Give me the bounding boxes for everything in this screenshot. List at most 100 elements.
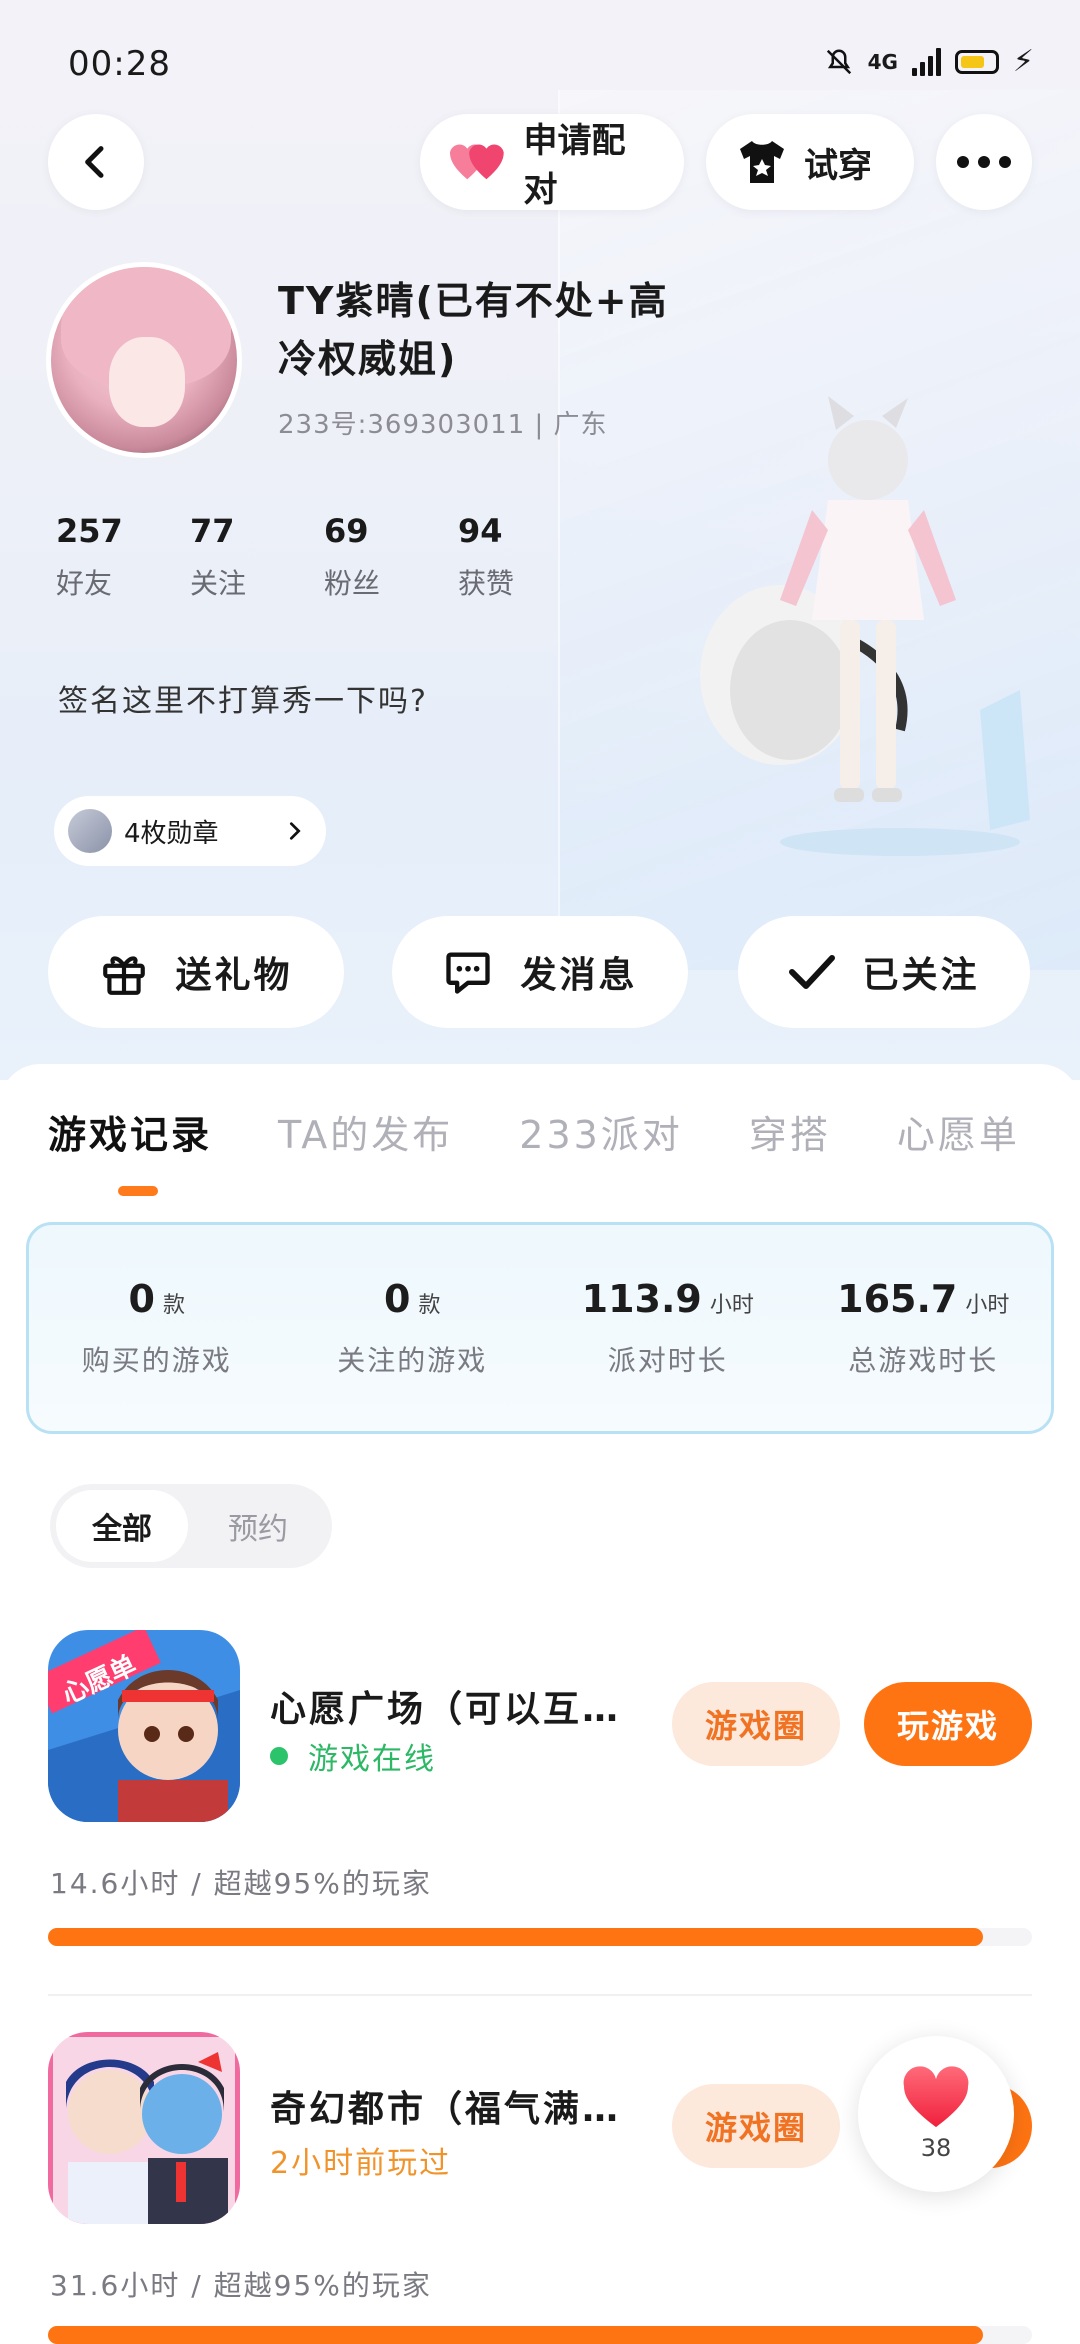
- stat-label: 粉丝: [324, 567, 381, 600]
- summary-label: 购买的游戏: [81, 1344, 232, 1377]
- battery-icon: [954, 49, 999, 74]
- summary-followed: 0款 关注的游戏: [285, 1277, 541, 1379]
- following-button[interactable]: 已关注: [738, 916, 1030, 1028]
- list-divider: [48, 1994, 1032, 1996]
- game-title[interactable]: 奇幻都市（福气满…: [270, 2080, 650, 2132]
- status-bar: 00:28 4G ⚡: [0, 0, 1080, 130]
- game-circle-button[interactable]: 游戏圈: [672, 2084, 840, 2168]
- summary-value: 0: [128, 1277, 155, 1321]
- tab-outfits[interactable]: 穿搭: [749, 1104, 831, 1159]
- chevron-right-icon: [289, 822, 301, 840]
- tab-game-records[interactable]: 游戏记录: [48, 1104, 212, 1159]
- game-status-text: 2小时前玩过: [270, 2146, 452, 2181]
- stat-value: 69: [324, 512, 369, 550]
- summary-total-time: 165.7 小时 总游戏时长: [796, 1277, 1052, 1379]
- status-icons: 4G ⚡: [824, 44, 1034, 79]
- send-message-button[interactable]: 发消息: [392, 916, 688, 1028]
- charging-icon: ⚡: [1012, 44, 1034, 79]
- filter-reserved[interactable]: 预约: [192, 1490, 324, 1562]
- summary-unit: 小时: [965, 1293, 1010, 1318]
- game-icon[interactable]: [48, 2032, 240, 2224]
- bell-muted-icon: [826, 48, 851, 74]
- send-gift-label: 送礼物: [175, 955, 293, 996]
- game-circle-button[interactable]: 游戏圈: [672, 1682, 840, 1766]
- summary-unit: 款: [162, 1293, 185, 1318]
- avatar-character-figure: [700, 396, 1030, 856]
- check-icon: [789, 955, 836, 989]
- game-summary-card: 0款 购买的游戏 0款 关注的游戏 113.9 小时 派对时长 165.7 小时 总…: [26, 1222, 1054, 1434]
- play-progress-fill: [48, 2326, 983, 2344]
- play-progress-fill: [48, 1928, 983, 1946]
- stat-label: 获赞: [458, 567, 515, 600]
- play-progress-track: [48, 1928, 1032, 1946]
- summary-value: 165.7: [837, 1277, 958, 1321]
- tshirt-icon: [740, 141, 784, 183]
- badges-label: 4枚勋章: [124, 818, 219, 849]
- avatar[interactable]: [46, 262, 242, 458]
- summary-unit: 小时: [709, 1293, 754, 1318]
- uid-region: 233号:369303011 | 广东: [278, 410, 608, 440]
- request-match-label: 申请配对: [523, 121, 626, 210]
- stat-label: 好友: [56, 567, 113, 600]
- badges-button[interactable]: 4枚勋章: [54, 796, 326, 866]
- game-status: 游戏在线: [270, 1734, 436, 1778]
- stat-value: 257: [56, 512, 123, 550]
- like-button[interactable]: 38: [858, 2036, 1014, 2192]
- stat-label: 关注: [190, 567, 247, 600]
- game-status-text: 游戏在线: [308, 1742, 436, 1777]
- chat-bubble-icon: [446, 952, 491, 994]
- play-game-button[interactable]: 玩游戏: [864, 1682, 1032, 1766]
- like-count: 38: [920, 2134, 952, 2162]
- stat-likes[interactable]: 94 获赞: [458, 512, 592, 602]
- signal-icon: [911, 47, 941, 76]
- send-gift-button[interactable]: 送礼物: [48, 916, 344, 1028]
- active-tab-indicator: [118, 1186, 158, 1196]
- back-arrow-icon: [85, 146, 104, 178]
- play-progress-track: [48, 2326, 1032, 2344]
- summary-purchased: 0款 购买的游戏: [29, 1277, 285, 1379]
- nickname: TY紫晴(已有不处+高冷权威姐): [278, 279, 669, 381]
- profile-tabs: 游戏记录 TA的发布 233派对 穿搭 心愿单: [48, 1104, 1080, 1159]
- summary-party-time: 113.9 小时 派对时长: [540, 1277, 796, 1379]
- stat-value: 94: [458, 512, 503, 550]
- heart-icon: [903, 2066, 969, 2128]
- tab-wishlist[interactable]: 心愿单: [897, 1104, 1020, 1159]
- game-status: 2小时前玩过: [270, 2138, 451, 2182]
- summary-value: 0: [384, 1277, 411, 1321]
- stat-value: 77: [190, 512, 235, 550]
- filter-all[interactable]: 全部: [56, 1490, 188, 1562]
- try-on-button[interactable]: 试穿: [706, 114, 914, 210]
- summary-label: 关注的游戏: [337, 1344, 488, 1377]
- try-on-label: 试穿: [804, 145, 872, 186]
- network-label: 4G: [867, 49, 898, 74]
- play-time-summary: 31.6小时 / 超越95%的玩家: [50, 2269, 432, 2302]
- game-filter: 全部 预约: [50, 1484, 332, 1568]
- game-icon[interactable]: 心愿单: [48, 1630, 240, 1822]
- game-cover-art: 心愿单: [48, 1630, 240, 1822]
- gift-icon: [103, 956, 146, 995]
- signature: 签名这里不打算秀一下吗?: [58, 684, 428, 719]
- stat-following[interactable]: 77 关注: [190, 512, 324, 602]
- profile-stats: 257 好友 77 关注 69 粉丝 94 获赞: [56, 512, 592, 602]
- status-time: 00:28: [68, 44, 171, 84]
- stat-fans[interactable]: 69 粉丝: [324, 512, 458, 602]
- medal-icon: [68, 809, 112, 853]
- summary-label: 派对时长: [607, 1344, 728, 1377]
- summary-unit: 款: [418, 1293, 441, 1318]
- online-dot-icon: [270, 1747, 288, 1765]
- back-button[interactable]: [48, 114, 144, 210]
- play-time-summary: 14.6小时 / 超越95%的玩家: [50, 1867, 432, 1900]
- stat-friends[interactable]: 257 好友: [56, 512, 190, 602]
- summary-label: 总游戏时长: [848, 1344, 999, 1377]
- game-cover-art: [48, 2032, 240, 2224]
- more-dots-icon: [957, 156, 1011, 168]
- following-label: 已关注: [862, 955, 980, 996]
- game-title[interactable]: 心愿广场（可以互…: [270, 1680, 650, 1732]
- request-match-button[interactable]: 申请配对: [420, 114, 684, 210]
- more-button[interactable]: [936, 114, 1032, 210]
- summary-value: 113.9: [581, 1277, 702, 1321]
- tab-party[interactable]: 233派对: [519, 1104, 683, 1159]
- tab-posts[interactable]: TA的发布: [278, 1104, 453, 1159]
- heart-pair-icon: [450, 144, 504, 180]
- send-message-label: 发消息: [520, 955, 638, 996]
